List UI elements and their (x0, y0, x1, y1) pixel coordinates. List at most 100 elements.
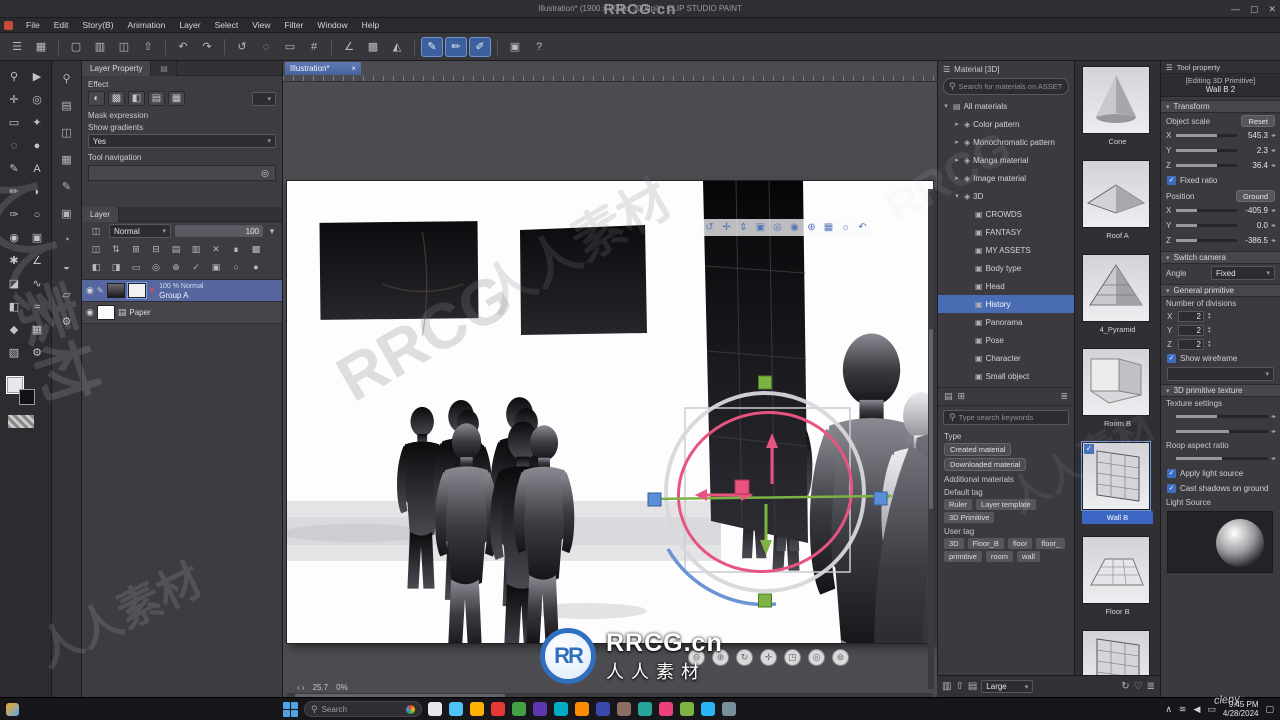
taskbar-app-icon[interactable] (659, 702, 673, 716)
decoration-tool-icon[interactable]: ✱ (4, 251, 24, 270)
layer-thumbnail[interactable] (96, 305, 115, 320)
magnifier-icon[interactable]: ⚲ (57, 69, 77, 87)
mask-icon[interactable]: ▣ (207, 260, 225, 274)
material-thumb-wall-b[interactable]: ✓ Wall B (1075, 437, 1160, 531)
taskbar-app-icon[interactable] (428, 702, 442, 716)
merge-icon[interactable]: ⊕ (167, 260, 185, 274)
check-icon[interactable]: ✓ (187, 260, 205, 274)
taskbar-app-icon[interactable] (722, 702, 736, 716)
user-tag-wall[interactable]: wall (1017, 551, 1040, 562)
tab-layer[interactable]: Layer (82, 207, 120, 222)
taskbar-app-icon[interactable] (617, 702, 631, 716)
color-set-icon[interactable]: ▱ (57, 285, 77, 303)
camera-rotate-icon[interactable]: ↺ (702, 220, 717, 235)
checkbox-checked-icon[interactable]: ✓ (1167, 484, 1176, 493)
apply-light-row[interactable]: ✓ Apply light source (1161, 466, 1280, 481)
texture-slider-1[interactable] (1176, 415, 1268, 418)
effect-dropdown[interactable]: ▾ (252, 91, 276, 106)
blend-tool-icon[interactable]: ◧ (4, 297, 24, 316)
visibility-eye-icon[interactable]: ◉ (86, 285, 94, 296)
ruler-icon[interactable]: ○ (227, 260, 245, 274)
checkbox-checked-icon[interactable]: ✓ (1167, 469, 1176, 478)
tree-item-3d[interactable]: ▾ ◈ 3D (938, 187, 1074, 205)
tree-item-history[interactable]: ▣ History (938, 295, 1074, 313)
checkbox-checked-icon[interactable]: ✓ (1167, 176, 1176, 185)
taskbar-app-icon[interactable] (491, 702, 505, 716)
axis-slider[interactable] (1176, 224, 1237, 227)
material-palette-icon[interactable]: ▣ (504, 37, 526, 57)
undo-icon[interactable]: ↶ (172, 37, 194, 57)
section-general-primitive[interactable]: ▾ General primitive (1161, 284, 1280, 297)
camera-preset-dropdown[interactable]: ▾ (1167, 367, 1274, 381)
material-thumb-floor-b[interactable]: Floor B (1075, 531, 1160, 625)
workspace-grid-icon[interactable]: ▦ (30, 37, 52, 57)
type-button-downloaded-material[interactable]: Downloaded material (944, 458, 1027, 471)
tab-layer-property[interactable]: Layer Property (82, 61, 152, 76)
spinner-icon[interactable]: ▴ ▾ (1208, 340, 1211, 349)
thumbnail-size-dropdown[interactable]: Large ▾ (981, 680, 1034, 693)
nav-arrows[interactable]: ‹ › (297, 683, 305, 692)
root-move-icon[interactable]: ⊕ (804, 220, 819, 235)
panel-menu-icon[interactable]: ☰ (943, 65, 950, 74)
taskbar-app-icon[interactable] (575, 702, 589, 716)
light-icon[interactable]: ☼ (838, 220, 853, 235)
ground-button[interactable]: Ground (1235, 190, 1275, 202)
import-material-icon[interactable]: ⇧ (955, 681, 963, 692)
camera-pan-icon[interactable]: ✛ (719, 220, 734, 235)
weather-widget-icon[interactable] (6, 702, 19, 716)
user-tag-room[interactable]: room (985, 551, 1014, 562)
balloon-tool-icon[interactable]: ◗ (27, 182, 47, 201)
opacity-slider[interactable]: 100 (175, 225, 263, 237)
axis-slider[interactable] (1176, 209, 1237, 212)
crop-icon[interactable]: # (303, 37, 325, 57)
light-sphere[interactable] (1216, 519, 1264, 567)
taskbar-app-icon[interactable] (512, 702, 526, 716)
airbrush-tool-icon[interactable]: ◉ (4, 228, 24, 247)
refresh-icon[interactable]: ↻ (1121, 681, 1129, 692)
stepper-icon[interactable]: ◂▸ (1271, 162, 1276, 169)
material-thumb-roof-a[interactable]: Roof A (1075, 155, 1160, 249)
checkbox-checked-icon[interactable]: ✓ (1167, 354, 1176, 363)
gizmo-handle-right[interactable] (873, 491, 888, 506)
move-tool-icon[interactable]: ✛ (4, 90, 24, 109)
material-thumb-cone[interactable]: Cone (1075, 61, 1160, 155)
division-value[interactable]: 2 (1178, 338, 1204, 350)
section-primitive-texture[interactable]: ▾ 3D primitive texture (1161, 384, 1280, 397)
checkbox-checked-icon[interactable]: ✓ (1084, 444, 1094, 454)
open-folder-icon[interactable]: ▥ (942, 681, 951, 692)
start-button[interactable] (283, 701, 298, 717)
tree-item-my-assets[interactable]: ▣ MY ASSETS (938, 241, 1074, 259)
gradient-tool-icon[interactable]: ▨ (4, 343, 24, 362)
axis-value[interactable]: 36.4 (1240, 161, 1268, 170)
zoom-in-icon[interactable]: ⊕ (712, 649, 729, 666)
tree-item-pose[interactable]: ▣ Pose (938, 331, 1074, 349)
brush-tool-icon[interactable]: ✑ (4, 205, 24, 224)
tab-extra-icon[interactable]: ▤ (151, 61, 178, 76)
frame-border-tool-icon[interactable]: ▣ (27, 228, 47, 247)
deselect-icon[interactable]: ◌ (255, 37, 277, 57)
light-source-widget[interactable] (1167, 511, 1273, 573)
background-color-swatch[interactable] (19, 389, 35, 405)
rotate-view-icon[interactable]: ↻ (736, 649, 753, 666)
new-layer-icon[interactable]: ◫ (87, 242, 105, 256)
user-tag-3d[interactable]: 3D (944, 538, 964, 549)
brush-settings-icon[interactable]: ✎ (57, 177, 77, 195)
paper-icon[interactable]: ▥ (187, 242, 205, 256)
axis-value[interactable]: 545.3 (1240, 131, 1268, 140)
pen-tool-icon[interactable]: ✎ (421, 36, 443, 57)
new-folder-icon[interactable]: ▤ (167, 242, 185, 256)
operation-tool-icon[interactable]: ▶ (27, 67, 47, 86)
tree-item-panorama[interactable]: ▣ Panorama (938, 313, 1074, 331)
blend-mode-dropdown[interactable]: Normal ▾ (109, 224, 171, 238)
material-thumb-4-pyramid[interactable]: 4_Pyramid (1075, 249, 1160, 343)
tree-item-character[interactable]: ▣ Character (938, 349, 1074, 367)
tree-arrow-icon[interactable]: ▸ (953, 174, 961, 182)
pan-view-icon[interactable]: ✛ (760, 649, 777, 666)
history-icon[interactable]: ◔ (57, 231, 77, 249)
zoom-out-icon[interactable]: ⊖ (688, 649, 705, 666)
division-value[interactable]: 2 (1178, 324, 1204, 336)
taskbar-app-icon[interactable] (680, 702, 694, 716)
menu-view[interactable]: View (245, 20, 277, 30)
taskbar-app-icon[interactable] (533, 702, 547, 716)
object-move-icon[interactable]: ▣ (753, 220, 768, 235)
